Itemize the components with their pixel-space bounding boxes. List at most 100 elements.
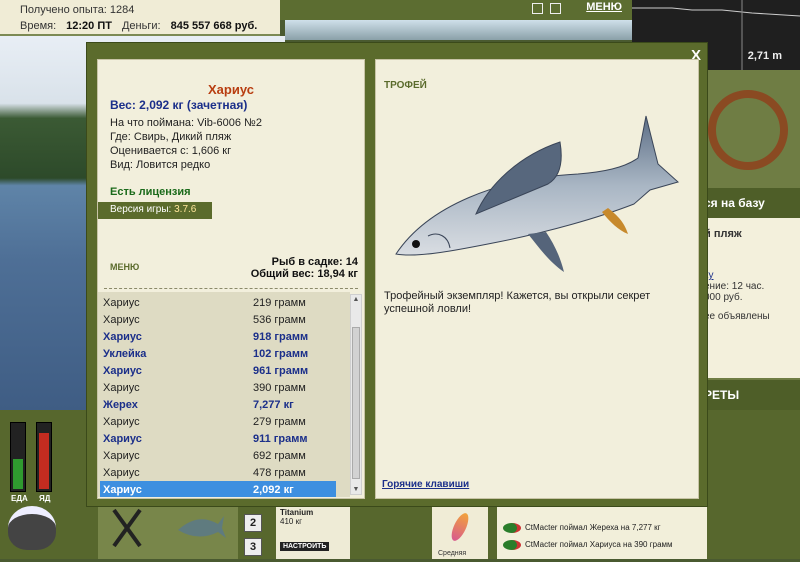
caught-on: На что поймана: Vib-6006 №2 bbox=[110, 117, 262, 129]
catch-fish-name: Хариус bbox=[103, 296, 140, 309]
location-label: й пляж bbox=[704, 228, 742, 240]
slot-3-button[interactable]: 3 bbox=[244, 538, 262, 556]
time-value: 12:20 ПТ bbox=[66, 20, 112, 32]
catch-row[interactable]: Жерех 7,277 кг bbox=[98, 396, 350, 413]
feed-item: CtMacter поймал Хариуса на 390 грамм bbox=[503, 536, 701, 553]
feed-text: CtMacter поймал Хариуса на 390 грамм bbox=[525, 540, 673, 549]
top-toolbar: МЕНЮ bbox=[280, 0, 632, 20]
fish-icon bbox=[503, 539, 521, 550]
catch-row[interactable]: Хариус 536 грамм bbox=[98, 311, 350, 328]
lure-slot[interactable]: Средняя bbox=[432, 506, 488, 559]
catch-dialog: X Хариус Вес: 2,092 кг (зачетная) На что… bbox=[86, 42, 708, 507]
catch-row[interactable]: Хариус 390 грамм bbox=[98, 379, 350, 396]
catch-fish-name: Хариус bbox=[103, 432, 142, 445]
lure-icon bbox=[448, 510, 472, 544]
catch-fish-name: Уклейка bbox=[103, 347, 147, 360]
catch-row[interactable]: Уклейка 102 грамм bbox=[98, 345, 350, 362]
scenery-strip bbox=[285, 20, 632, 40]
main-menu-button[interactable]: МЕНЮ bbox=[586, 1, 622, 13]
fish-kind: Вид: Ловится редко bbox=[110, 159, 211, 171]
tackle-card: Titanium 410 кг НАСТРОИТЬ bbox=[276, 506, 350, 559]
catch-row[interactable]: Хариус 918 грамм bbox=[98, 328, 350, 345]
hotkeys-link[interactable]: Горячие клавиши bbox=[382, 479, 469, 490]
net-weight: Общий вес: 18,94 кг bbox=[250, 268, 358, 280]
tackle-size: 410 кг bbox=[280, 517, 302, 526]
slot-2-button[interactable]: 2 bbox=[244, 514, 262, 532]
catch-fish-name: Хариус bbox=[103, 483, 142, 496]
license-status: Есть лицензия bbox=[110, 186, 191, 198]
scroll-thumb[interactable] bbox=[352, 327, 360, 479]
catch-row[interactable]: Хариус 279 грамм bbox=[98, 413, 350, 430]
catch-list-scrollbar[interactable]: ▲ ▼ bbox=[350, 294, 362, 495]
grayling-fish-image bbox=[395, 115, 680, 272]
catch-fish-name: Хариус bbox=[103, 466, 140, 479]
money-value: 845 557 668 руб. bbox=[170, 20, 258, 32]
time-label: Время: bbox=[20, 20, 57, 32]
ship-wheel-icon bbox=[708, 90, 788, 170]
catch-fish-weight: 536 грамм bbox=[253, 313, 306, 326]
announce-label: ее объявлены bbox=[704, 311, 770, 322]
cauldron-icon[interactable] bbox=[8, 506, 56, 550]
caught-where: Где: Свирь, Дикий пляж bbox=[110, 131, 232, 143]
food-gauge bbox=[10, 422, 26, 492]
scroll-up-icon[interactable]: ▲ bbox=[351, 296, 361, 303]
version-badge: Версия игры: 3.7.6 bbox=[98, 202, 212, 219]
poison-gauge bbox=[36, 422, 52, 492]
food-label: ЕДА bbox=[11, 494, 28, 503]
location-link[interactable]: ку bbox=[704, 270, 796, 281]
catch-fish-weight: 918 грамм bbox=[253, 330, 309, 343]
catch-row[interactable]: Хариус 219 грамм bbox=[98, 294, 350, 311]
poison-label: ЯД bbox=[39, 494, 51, 503]
catch-fish-weight: 2,092 кг bbox=[253, 483, 294, 496]
catch-info-panel: Хариус Вес: 2,092 кг (зачетная) На что п… bbox=[97, 59, 365, 499]
net-count: Рыб в садке: 14 bbox=[271, 256, 358, 268]
catch-fish-weight: 478 грамм bbox=[253, 466, 306, 479]
status-panel: Получено опыта: 1284 Время: 12:20 ПТ Ден… bbox=[0, 0, 280, 36]
catch-row[interactable]: Хариус 692 грамм bbox=[98, 447, 350, 464]
panel-menu-button[interactable]: МЕНЮ bbox=[110, 262, 139, 272]
pause-icon[interactable] bbox=[532, 3, 543, 14]
go-to-base-button[interactable]: ся на базу bbox=[700, 188, 800, 218]
experience-label: Получено опыта: 1284 bbox=[20, 4, 135, 16]
cutlery-icon[interactable] bbox=[98, 500, 238, 559]
catch-fish-name: Хариус bbox=[103, 330, 142, 343]
catch-row[interactable]: Хариус 478 грамм bbox=[98, 464, 350, 481]
catch-fish-weight: 692 грамм bbox=[253, 449, 306, 462]
catch-fish-weight: 390 грамм bbox=[253, 381, 306, 394]
catch-fish-name: Хариус bbox=[103, 449, 140, 462]
location-panel: й пляж ку ение: 12 час. 000 руб. ее объя… bbox=[700, 218, 800, 378]
valued-from: Оценивается с: 1,606 кг bbox=[110, 145, 232, 157]
fish-weight: Вес: 2,092 кг (зачетная) bbox=[110, 98, 248, 112]
catch-fish-weight: 961 грамм bbox=[253, 364, 309, 377]
trophy-panel: ТРОФЕЙ Трофейный экземпляр! Кажется, вы … bbox=[375, 59, 699, 499]
price-label: 000 руб. bbox=[704, 292, 743, 303]
catch-row[interactable]: Хариус 2,092 кг bbox=[100, 481, 336, 497]
tools-panel bbox=[98, 500, 238, 559]
divider bbox=[104, 288, 358, 289]
catch-row[interactable]: Хариус 961 грамм bbox=[98, 362, 350, 379]
catch-list: Хариус 219 грамм Хариус 536 грамм Хариус 918 … bbox=[98, 292, 350, 497]
secrets-button[interactable]: РЕТЫ bbox=[700, 380, 800, 410]
depth-readout: 2,71 m bbox=[747, 50, 782, 62]
feed-text: CtMacter поймал Жереха на 7,277 кг bbox=[525, 523, 661, 532]
hunger-gauges: ЕДА ЯД bbox=[6, 422, 58, 503]
catch-fish-name: Хариус bbox=[103, 364, 142, 377]
version-label: Версия игры: bbox=[110, 204, 172, 215]
scroll-down-icon[interactable]: ▼ bbox=[351, 486, 361, 493]
catch-fish-name: Хариус bbox=[103, 415, 140, 428]
catch-fish-name: Жерех bbox=[103, 398, 138, 411]
sound-icon[interactable] bbox=[550, 3, 561, 14]
catch-fish-weight: 911 грамм bbox=[253, 432, 308, 445]
catch-fish-name: Хариус bbox=[103, 313, 140, 326]
feed-item: CtMacter поймал Жереха на 7,277 кг bbox=[503, 519, 701, 536]
money-label: Деньги: bbox=[121, 20, 161, 32]
lure-label: Средняя bbox=[438, 550, 467, 557]
catch-feed: CtMacter поймал Жереха на 7,277 кг CtMac… bbox=[497, 500, 707, 559]
setup-button[interactable]: НАСТРОИТЬ bbox=[280, 542, 330, 551]
fish-title: Хариус bbox=[208, 82, 254, 97]
catch-fish-weight: 219 грамм bbox=[253, 296, 306, 309]
catch-row[interactable]: Хариус 911 грамм bbox=[98, 430, 350, 447]
hours-label: ение: 12 час. bbox=[704, 281, 765, 292]
fish-icon bbox=[503, 522, 521, 533]
catch-fish-weight: 279 грамм bbox=[253, 415, 306, 428]
